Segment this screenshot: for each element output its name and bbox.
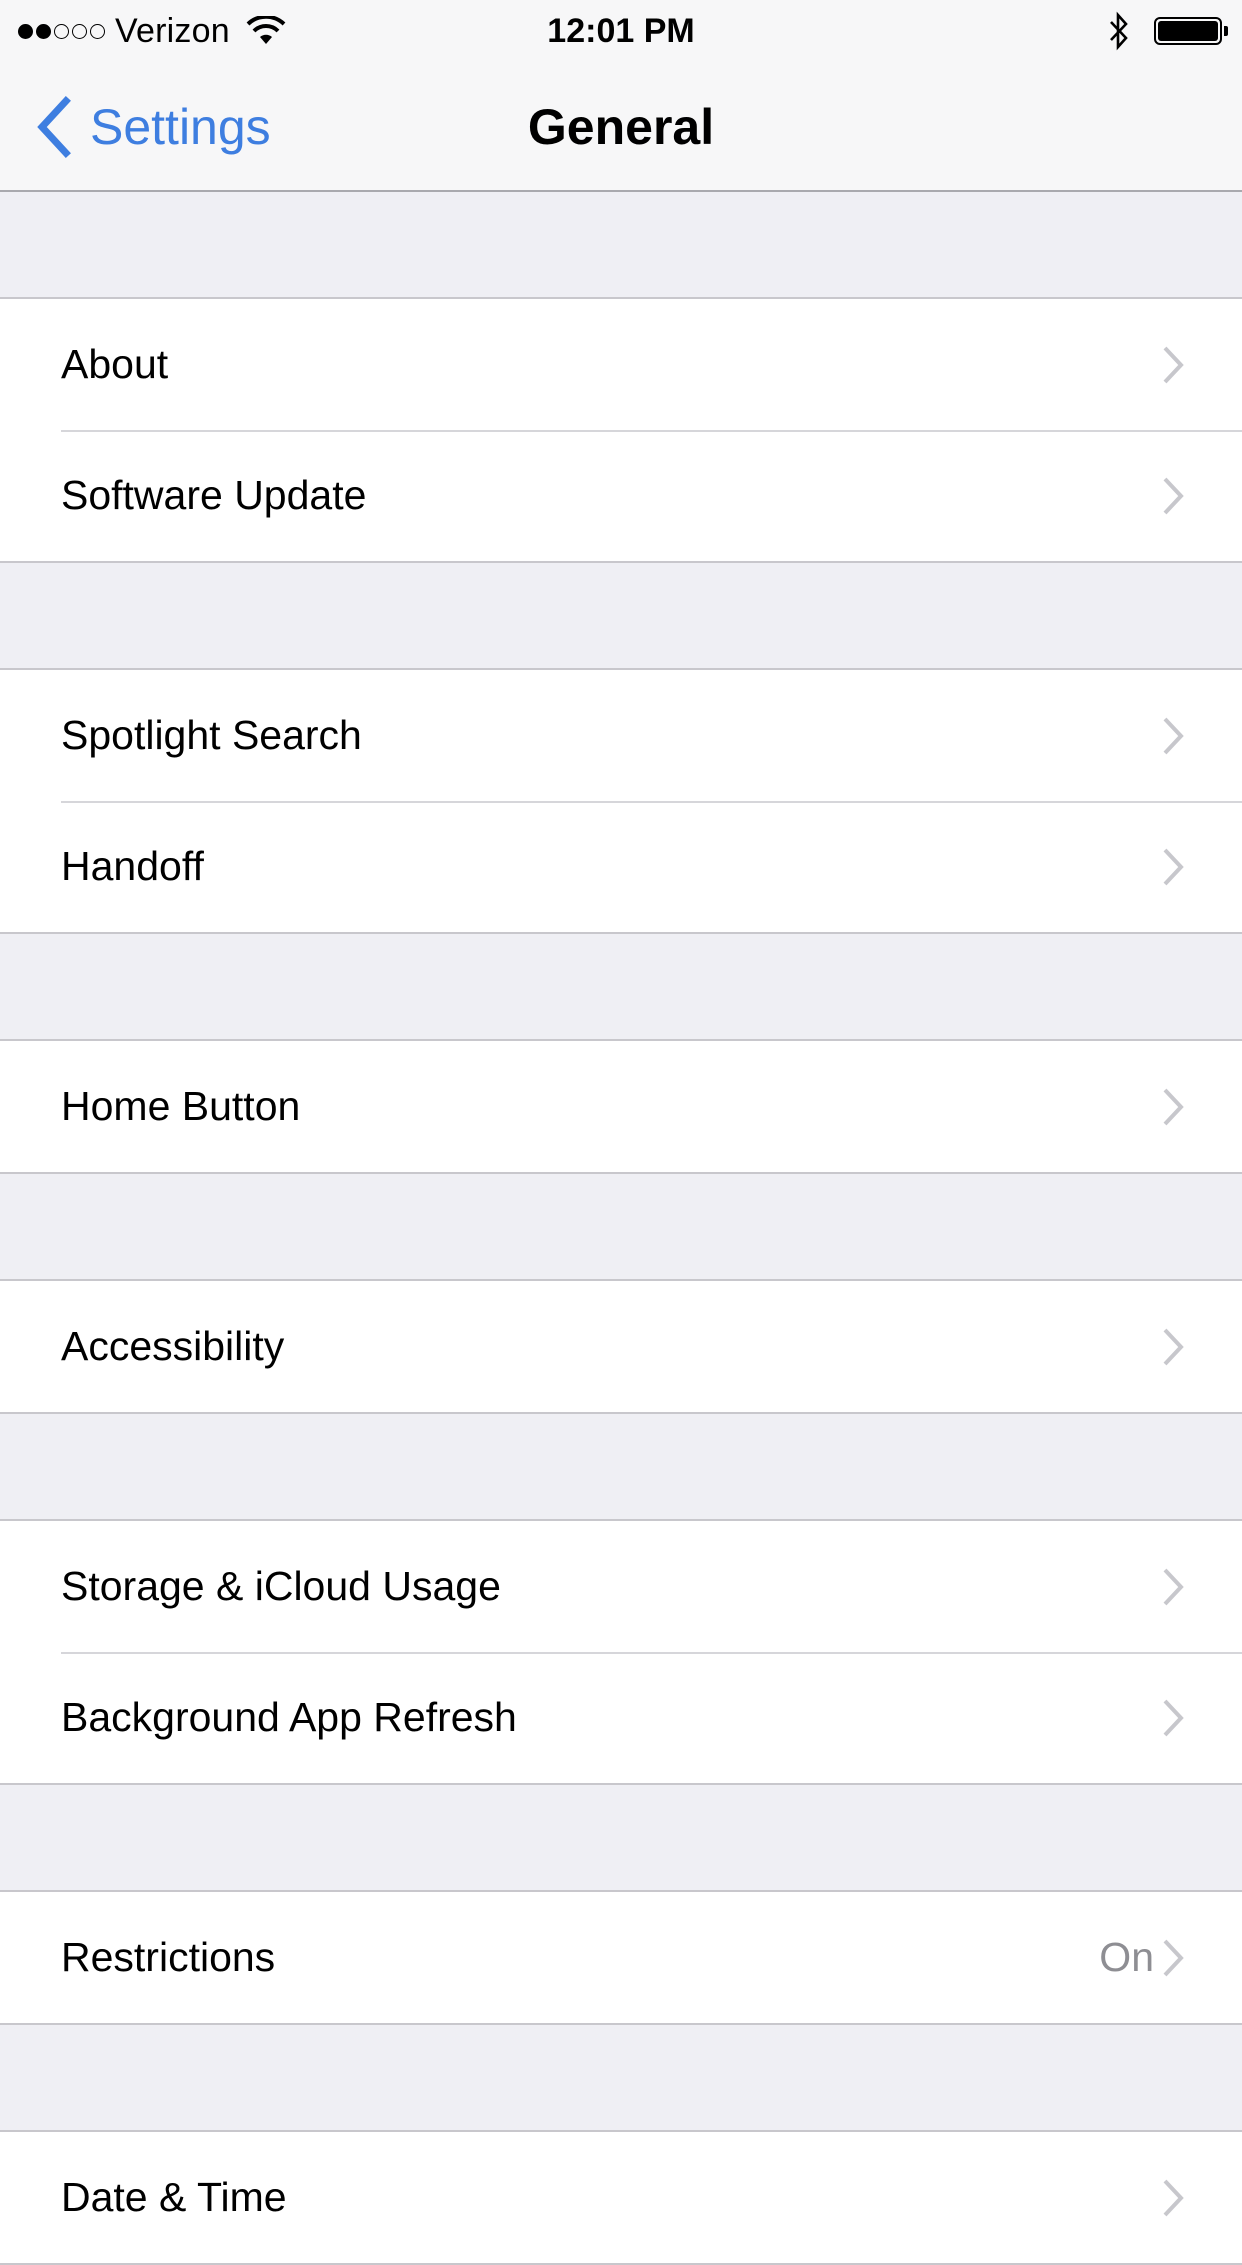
section-spacer (0, 192, 1242, 297)
settings-row-accessibility[interactable]: Accessibility (0, 1281, 1242, 1412)
chevron-right-icon (1163, 346, 1184, 383)
settings-row-background-app-refresh[interactable]: Background App Refresh (0, 1652, 1242, 1783)
navigation-bar: Settings General (0, 62, 1242, 192)
chevron-right-icon (1163, 848, 1184, 885)
status-bar: Verizon 12:01 PM (0, 0, 1242, 62)
row-label: Accessibility (61, 1323, 285, 1369)
status-time: 12:01 PM (547, 12, 695, 50)
settings-row-home-button[interactable]: Home Button (0, 1041, 1242, 1172)
bluetooth-icon (1110, 11, 1128, 51)
row-value: On (1099, 1934, 1154, 1980)
settings-row-software-update[interactable]: Software Update (0, 430, 1242, 561)
row-label: Spotlight Search (61, 712, 362, 758)
row-label: Restrictions (61, 1934, 276, 1980)
chevron-right-icon (1163, 1088, 1184, 1125)
row-label: Storage & iCloud Usage (61, 1563, 501, 1609)
section-spacer (0, 563, 1242, 668)
settings-row-date-and-time[interactable]: Date & Time (0, 2132, 1242, 2263)
settings-row-spotlight-search[interactable]: Spotlight Search (0, 670, 1242, 801)
settings-section: Spotlight Search Handoff (0, 668, 1242, 934)
settings-section: Home Button (0, 1039, 1242, 1174)
row-label: Date & Time (61, 2174, 287, 2220)
battery-icon (1154, 17, 1222, 45)
chevron-right-icon (1163, 717, 1184, 754)
battery-fill (1158, 21, 1218, 41)
settings-row-about[interactable]: About (0, 299, 1242, 430)
settings-section: Date & Time (0, 2130, 1242, 2265)
settings-section: Accessibility (0, 1279, 1242, 1414)
settings-row-storage-and-icloud-usage[interactable]: Storage & iCloud Usage (0, 1521, 1242, 1652)
section-spacer (0, 1414, 1242, 1519)
page-title: General (527, 99, 715, 155)
chevron-right-icon (1163, 1568, 1184, 1605)
row-label: Home Button (61, 1083, 301, 1129)
section-spacer (0, 1174, 1242, 1279)
chevron-right-icon (1163, 477, 1184, 514)
settings-row-restrictions[interactable]: Restrictions On (0, 1892, 1242, 2023)
section-spacer (0, 934, 1242, 1039)
settings-section: Storage & iCloud Usage Background App Ref… (0, 1519, 1242, 1785)
section-spacer (0, 1785, 1242, 1890)
status-right (1106, 10, 1228, 52)
chevron-right-icon (1163, 1939, 1184, 1976)
row-label: Handoff (61, 843, 204, 889)
settings-section: About Software Update (0, 297, 1242, 563)
settings-row-handoff[interactable]: Handoff (0, 801, 1242, 932)
row-label: About (61, 341, 169, 387)
chevron-right-icon (1163, 1328, 1184, 1365)
row-label: Background App Refresh (61, 1694, 517, 1740)
chevron-right-icon (1163, 1699, 1184, 1736)
settings-section: Restrictions On (0, 1890, 1242, 2025)
section-spacer (0, 2025, 1242, 2130)
row-label: Software Update (61, 472, 367, 518)
battery-nub (1224, 26, 1228, 36)
settings-list: About Software Update Spotlight Search Hand… (0, 192, 1242, 2265)
chevron-right-icon (1163, 2179, 1184, 2216)
